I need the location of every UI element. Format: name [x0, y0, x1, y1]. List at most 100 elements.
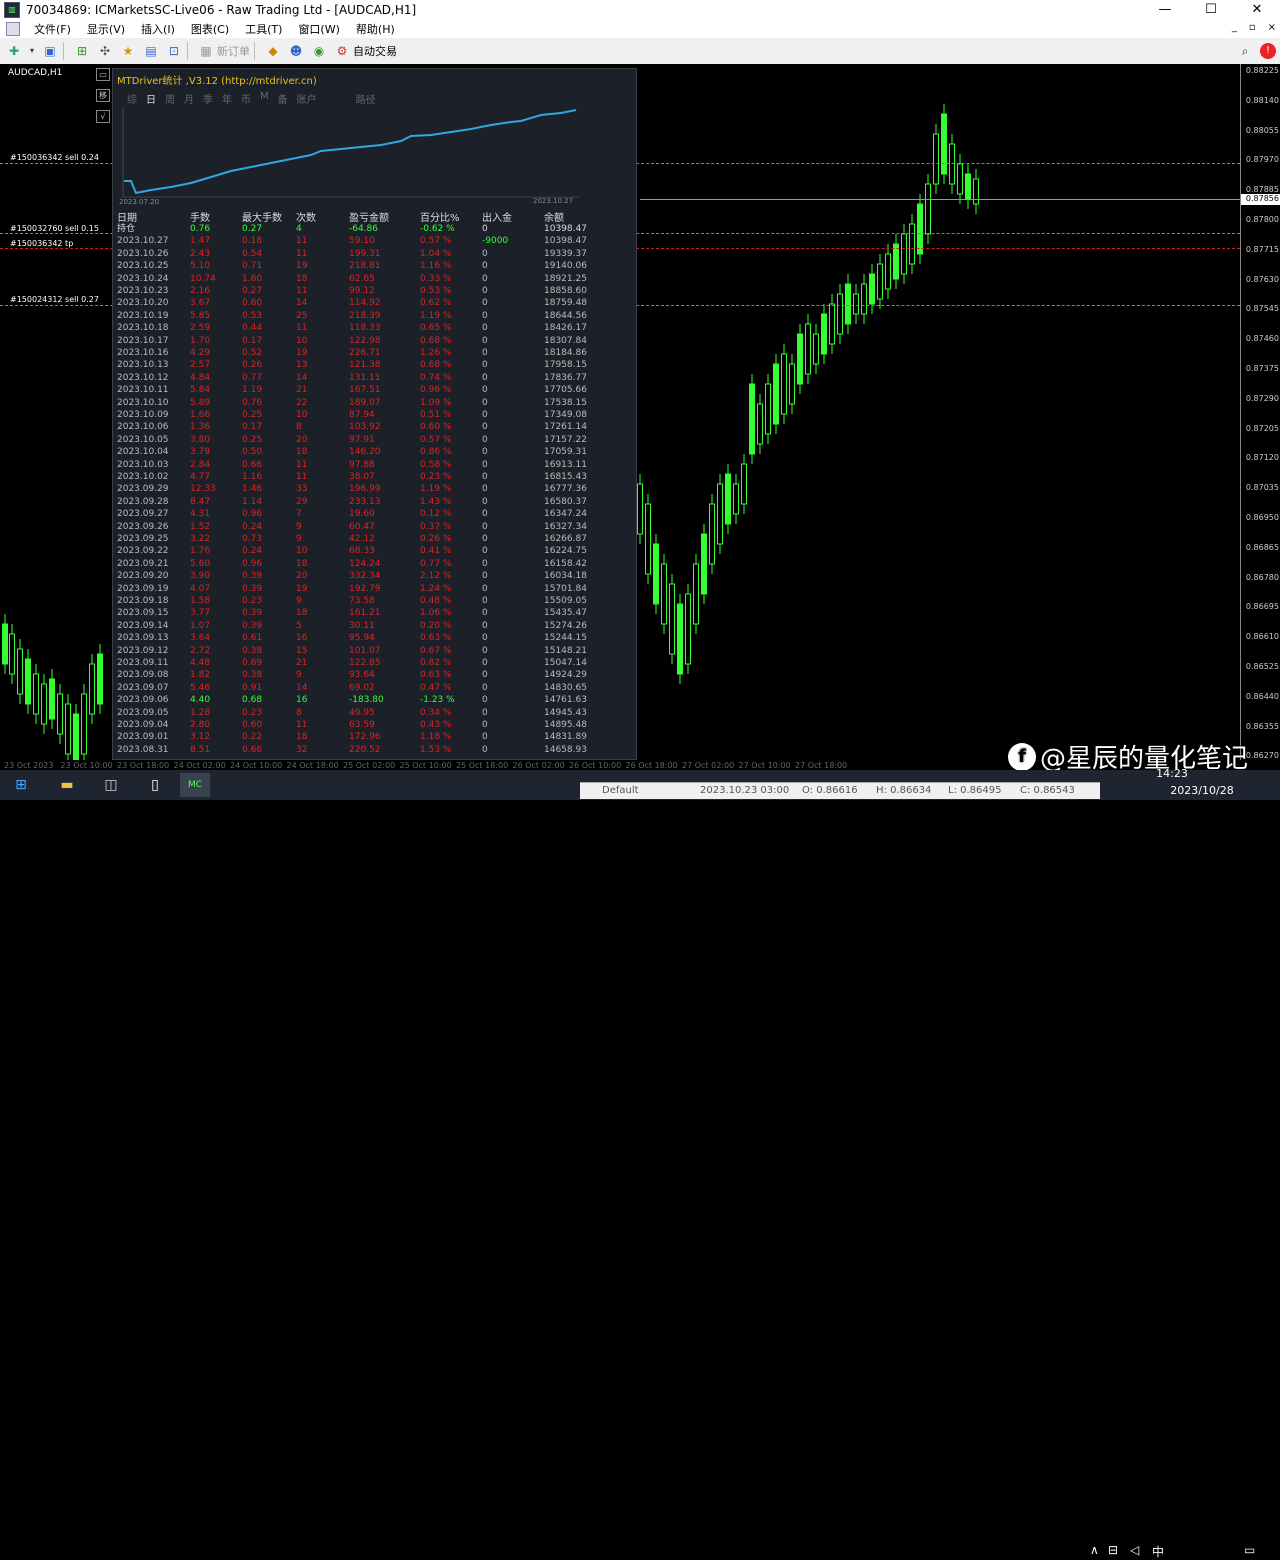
table-cell: 16158.42 — [544, 558, 587, 569]
mt4-taskbar-icon[interactable]: MC — [180, 773, 210, 797]
table-cell: 0 — [482, 744, 488, 755]
status-close: C: 0.86543 — [1020, 785, 1075, 796]
menu-tools[interactable]: 工具(T) — [237, 21, 290, 37]
mdi-restore-button[interactable]: ▫ — [1249, 22, 1256, 33]
candle-body — [893, 243, 899, 280]
candle-body — [773, 363, 779, 425]
tab-summary[interactable]: 综 — [127, 91, 137, 106]
table-cell: 0.23 — [242, 707, 263, 718]
clock-time[interactable]: 14:23 — [1132, 767, 1212, 780]
market-icon[interactable]: ◉ — [310, 42, 328, 60]
tab-magic[interactable]: M — [260, 91, 269, 106]
table-cell: 15047.14 — [544, 658, 587, 668]
collapse-button[interactable]: ▭ — [96, 68, 110, 81]
tab-note[interactable]: 备 — [278, 91, 288, 106]
table-cell: 0.12 % — [420, 509, 452, 520]
new-order-button[interactable]: 新订单 — [217, 43, 250, 59]
table-cell: 0.53 % — [420, 286, 452, 296]
maximize-button[interactable]: ☐ — [1188, 0, 1234, 20]
ime-indicator[interactable]: 中 — [1152, 1543, 1164, 1560]
file-explorer-icon[interactable]: ▬ — [52, 773, 82, 797]
tab-year[interactable]: 年 — [222, 91, 232, 106]
notification-icon[interactable]: ▭ — [1244, 1543, 1255, 1557]
table-cell: 2023.10.23 — [117, 286, 169, 296]
table-cell: 0 — [482, 682, 488, 693]
table-row: 2023.10.05 3.80 0.25 20 97.91 0.57 % 0 17157.22 — [117, 434, 632, 446]
menu-help[interactable]: 帮助(H) — [348, 21, 403, 37]
auto-trading-icon[interactable]: ⚙ — [333, 42, 351, 60]
profiles-icon[interactable]: ▣ — [41, 42, 59, 60]
table-cell: 0.60 — [242, 298, 263, 309]
metaeditor-icon[interactable]: ◆ — [264, 42, 282, 60]
table-cell: 19 — [296, 261, 308, 272]
navigator-icon[interactable]: ★ — [119, 42, 137, 60]
alert-icon[interactable]: ! — [1260, 43, 1276, 59]
check-button[interactable]: √ — [96, 110, 110, 123]
terminal-icon[interactable]: ▤ — [142, 42, 160, 60]
table-cell: 0.34 % — [420, 707, 452, 718]
windows-start-icon[interactable]: ⊞ — [6, 773, 36, 797]
table-cell: 14 — [296, 298, 308, 309]
table-cell: 8 — [296, 422, 302, 433]
candle-body — [805, 323, 811, 375]
search-icon[interactable]: ⌕ — [1236, 42, 1254, 60]
table-cell: 2023.10.12 — [117, 372, 169, 383]
table-cell: 17349.08 — [544, 410, 587, 420]
price-axis[interactable]: 0.87856 0.88225 0.88140 0.88055 0.87970 0.87… — [1240, 64, 1280, 760]
candle-body — [765, 383, 771, 435]
market-watch-icon[interactable]: ⊞ — [73, 42, 91, 60]
tray-chevron-icon[interactable]: ∧ — [1090, 1543, 1099, 1557]
tab-currency[interactable]: 币 — [241, 91, 251, 106]
table-cell: 0.47 % — [420, 682, 452, 693]
new-order-icon[interactable]: ▦ — [197, 42, 215, 60]
table-cell: 1.36 — [190, 422, 211, 433]
tab-account[interactable]: 账户 — [297, 91, 317, 106]
candle-body — [741, 463, 747, 505]
dropdown-icon[interactable]: ▾ — [28, 42, 36, 60]
crosshair-icon[interactable]: ✣ — [96, 42, 114, 60]
new-chart-icon[interactable]: ✚ — [5, 42, 23, 60]
candle-body — [925, 183, 931, 235]
signals-icon[interactable]: ☻ — [287, 42, 305, 60]
mdi-close-button[interactable]: × — [1268, 22, 1276, 33]
candle-body — [9, 633, 15, 675]
price-tick: 0.88225 — [1245, 66, 1279, 75]
auto-trading-button[interactable]: 自动交易 — [353, 43, 397, 59]
menu-view[interactable]: 显示(V) — [79, 21, 133, 37]
clock-date[interactable]: 2023/10/28 — [1162, 784, 1242, 797]
candle-body — [725, 473, 731, 525]
tab-day[interactable]: 日 — [146, 91, 156, 106]
tab-month[interactable]: 月 — [184, 91, 194, 106]
table-cell: 1.09 % — [420, 397, 452, 408]
table-cell: 2023.09.08 — [117, 670, 169, 681]
tester-icon[interactable]: ⊡ — [165, 42, 183, 60]
table-cell: 16347.24 — [544, 509, 587, 520]
menu-insert[interactable]: 插入(I) — [133, 21, 183, 37]
menu-charts[interactable]: 图表(C) — [183, 21, 237, 37]
table-cell: 2023.09.21 — [117, 558, 169, 569]
mdi-minimize-button[interactable]: _ — [1232, 22, 1237, 33]
app-window-icon[interactable]: ◫ — [96, 773, 126, 797]
menu-window[interactable]: 窗口(W) — [290, 21, 347, 37]
candle-body — [917, 203, 923, 255]
menu-file[interactable]: 文件(F) — [26, 21, 79, 37]
minimize-button[interactable]: — — [1142, 0, 1188, 20]
time-tick: 26 Oct 10:00 — [569, 761, 622, 770]
network-icon[interactable]: ⊟ — [1108, 1543, 1118, 1557]
status-profile[interactable]: Default — [602, 785, 639, 796]
table-cell: 0.76 — [190, 224, 211, 234]
candle-body — [41, 683, 47, 725]
tab-quarter[interactable]: 季 — [203, 91, 213, 106]
table-cell: 63.59 — [349, 720, 375, 730]
close-button[interactable]: ✕ — [1234, 0, 1280, 20]
table-cell: 1.76 — [190, 546, 211, 557]
move-button[interactable]: 移 — [96, 89, 110, 102]
volume-icon[interactable]: ◁ — [1130, 1543, 1139, 1557]
table-row: 2023.09.08 1.82 0.38 9 93.64 0.63 % 0 14924.29 — [117, 669, 632, 681]
equity-mini-chart — [122, 107, 579, 198]
tab-week[interactable]: 周 — [165, 91, 175, 106]
table-cell: 0.76 — [242, 397, 263, 408]
document-app-icon[interactable]: ▯ — [140, 773, 170, 797]
tab-path[interactable]: 路径 — [356, 91, 376, 106]
table-cell: 2023.09.27 — [117, 509, 169, 520]
